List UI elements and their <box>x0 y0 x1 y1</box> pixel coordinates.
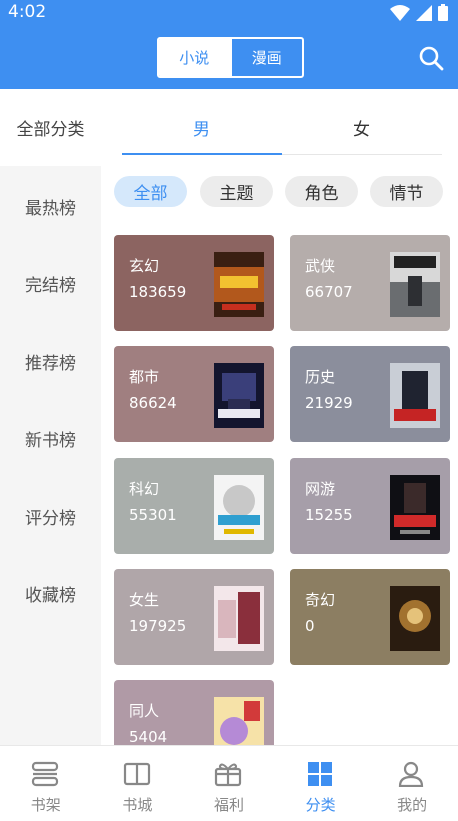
category-count: 66707 <box>305 283 353 301</box>
app-header: 4:02 小说 漫画 <box>0 0 458 89</box>
tab-label: 书城 <box>122 796 153 814</box>
category-name: 网游 <box>305 480 336 498</box>
tab-male[interactable]: 男 <box>193 115 210 140</box>
toggle-comic[interactable]: 漫画 <box>229 39 303 76</box>
bookshelf-icon <box>31 761 59 787</box>
sidebar-item-all-categories[interactable]: 全部分类 <box>0 89 101 166</box>
sidebar-item-hottest[interactable]: 最热榜 <box>0 186 101 226</box>
tab-mine[interactable]: 我的 <box>366 746 458 821</box>
status-bar: 4:02 <box>0 0 458 26</box>
category-card-kehuan[interactable]: 科幻 55301 <box>114 458 274 554</box>
gift-icon <box>215 763 242 787</box>
category-name: 奇幻 <box>305 591 336 609</box>
tab-label: 书架 <box>30 796 61 814</box>
category-name: 科幻 <box>129 480 160 498</box>
category-count: 55301 <box>129 506 177 524</box>
category-card-lishi[interactable]: 历史 21929 <box>290 346 450 442</box>
book-cover-image <box>214 363 264 428</box>
category-card-dushi[interactable]: 都市 86624 <box>114 346 274 442</box>
category-card-wuxia[interactable]: 武侠 66707 <box>290 235 450 331</box>
book-cover-image <box>214 697 264 745</box>
status-icons <box>390 4 448 21</box>
book-cover-image <box>390 363 440 428</box>
signal-icon <box>416 4 432 21</box>
category-name: 玄幻 <box>129 257 160 275</box>
category-count: 21929 <box>305 394 353 412</box>
filter-chip-plot[interactable]: 情节 <box>370 176 443 207</box>
category-count: 0 <box>305 617 315 635</box>
tab-female[interactable]: 女 <box>353 115 370 140</box>
category-name: 历史 <box>305 368 336 386</box>
category-card-nvsheng[interactable]: 女生 197925 <box>114 569 274 665</box>
sidebar-item-new[interactable]: 新书榜 <box>0 418 101 458</box>
category-name: 女生 <box>129 591 160 609</box>
category-grid-icon <box>307 762 332 786</box>
tab-label: 福利 <box>213 796 244 814</box>
category-card-wangyou[interactable]: 网游 15255 <box>290 458 450 554</box>
book-cover-image <box>390 252 440 317</box>
sidebar-item-favorites[interactable]: 收藏榜 <box>0 573 101 613</box>
filter-chip-all[interactable]: 全部 <box>114 176 187 207</box>
category-name: 武侠 <box>305 257 336 275</box>
filter-chip-role[interactable]: 角色 <box>285 176 358 207</box>
content-type-toggle: 小说 漫画 <box>157 37 304 78</box>
battery-icon <box>438 4 448 21</box>
tab-label: 我的 <box>397 796 428 814</box>
user-icon <box>399 761 424 787</box>
tab-welfare[interactable]: 福利 <box>183 746 275 821</box>
tab-label: 分类 <box>305 796 336 814</box>
tab-divider <box>282 154 442 155</box>
wifi-icon <box>390 4 410 21</box>
category-grid: 玄幻 183659 武侠 66707 都市 86624 历史 21929 科幻 … <box>101 220 458 745</box>
category-card-xuanhuan[interactable]: 玄幻 183659 <box>114 235 274 331</box>
tab-bookstore[interactable]: 书城 <box>92 746 184 821</box>
bottom-tab-bar: 书架 书城 福利 分类 我的 <box>0 745 458 820</box>
sidebar-item-rating[interactable]: 评分榜 <box>0 496 101 536</box>
category-card-tongren[interactable]: 同人 5404 <box>114 680 274 745</box>
category-name: 都市 <box>129 368 160 386</box>
book-cover-image <box>214 475 264 540</box>
filter-chip-theme[interactable]: 主题 <box>200 176 273 207</box>
tab-category[interactable]: 分类 <box>275 746 367 821</box>
category-count: 183659 <box>129 283 187 301</box>
ranking-sidebar: 全部分类 最热榜 完结榜 推荐榜 新书榜 评分榜 收藏榜 <box>0 89 101 745</box>
search-icon[interactable] <box>418 45 444 71</box>
category-count: 5404 <box>129 728 168 745</box>
book-cover-image <box>390 586 440 651</box>
tab-bookshelf[interactable]: 书架 <box>0 746 92 821</box>
category-count: 86624 <box>129 394 177 412</box>
sidebar-item-recommended[interactable]: 推荐榜 <box>0 341 101 381</box>
category-card-qihuan[interactable]: 奇幻 0 <box>290 569 450 665</box>
category-count: 197925 <box>129 617 187 635</box>
sidebar-item-completed[interactable]: 完结榜 <box>0 263 101 303</box>
book-cover-image <box>390 475 440 540</box>
toggle-novel[interactable]: 小说 <box>159 39 230 76</box>
category-name: 同人 <box>129 702 160 720</box>
tab-active-indicator <box>122 153 282 155</box>
category-count: 15255 <box>305 506 353 524</box>
book-cover-image <box>214 586 264 651</box>
book-cover-image <box>214 252 264 317</box>
book-icon <box>123 762 150 786</box>
status-time: 4:02 <box>8 2 47 22</box>
